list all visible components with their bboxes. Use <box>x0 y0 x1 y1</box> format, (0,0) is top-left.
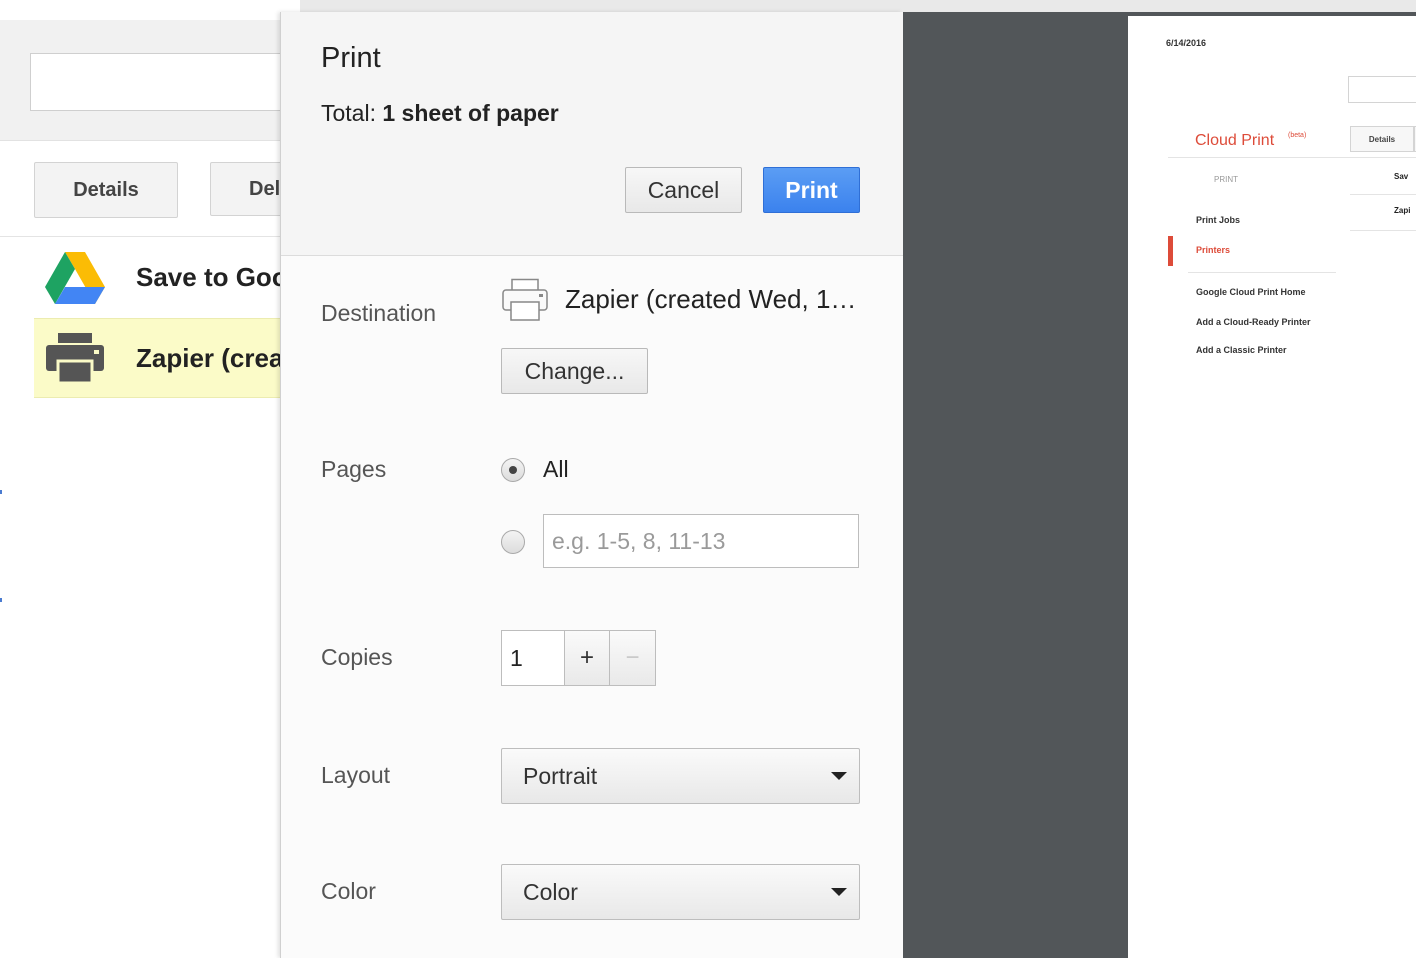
chevron-down-icon <box>831 888 847 896</box>
copies-input[interactable] <box>501 630 565 686</box>
radio-dot <box>509 466 517 474</box>
color-select[interactable]: Color <box>501 864 860 920</box>
color-value: Color <box>523 878 578 905</box>
preview-list-item: Zapi <box>1394 206 1411 215</box>
cancel-button[interactable]: Cancel <box>625 167 742 213</box>
layout-select[interactable]: Portrait <box>501 748 860 804</box>
preview-nav-printers: Printers <box>1196 245 1231 255</box>
printer-name: Save to Goo <box>136 261 288 292</box>
pages-range-input[interactable] <box>543 514 859 568</box>
printer-list-item-selected[interactable]: Zapier (crea <box>34 318 300 398</box>
copies-decrement-button[interactable]: − <box>610 630 656 686</box>
pages-all-radio[interactable] <box>501 458 525 482</box>
preview-details-button: Details <box>1350 126 1414 152</box>
total-label: Total: <box>321 100 376 126</box>
printer-list-item[interactable]: Save to Goo <box>34 238 300 316</box>
copies-label: Copies <box>321 644 393 670</box>
search-input[interactable] <box>30 53 312 111</box>
preview-divider <box>1188 272 1336 273</box>
preview-link-cloud-ready: Add a Cloud-Ready Printer <box>1196 317 1311 327</box>
printer-icon <box>502 278 548 321</box>
background-page: Details Del Save to Goo Zapier (crea <box>0 0 312 958</box>
divider <box>0 236 300 237</box>
pages-label: Pages <box>321 456 387 482</box>
layout-label: Layout <box>321 762 391 788</box>
change-destination-button[interactable]: Change... <box>501 348 648 394</box>
preview-date: 6/14/2016 <box>1166 38 1207 48</box>
destination-name: Zapier (created Wed, 1… <box>565 284 857 314</box>
details-button[interactable]: Details <box>34 162 178 218</box>
preview-list-item: Sav <box>1394 172 1409 181</box>
preview-title: Cloud Print <box>1195 132 1275 149</box>
edge-marker <box>0 490 2 494</box>
preview-divider <box>1350 194 1416 195</box>
preview-section-heading: PRINT <box>1214 175 1238 184</box>
preview-link-classic: Add a Classic Printer <box>1196 345 1287 355</box>
google-drive-icon <box>45 252 105 304</box>
preview-page: 6/14/2016 Cloud Print (beta) Details PRI… <box>1128 16 1416 958</box>
dialog-header: Print Total: 1 sheet of paper Cancel Pri… <box>281 12 903 256</box>
printer-name: Zapier (crea <box>136 342 284 373</box>
chevron-down-icon <box>831 772 847 780</box>
pages-all-label: All <box>543 456 569 482</box>
preview-search-box <box>1348 76 1416 103</box>
dialog-title: Print <box>321 42 381 74</box>
preview-active-indicator <box>1168 236 1173 266</box>
preview-divider <box>1350 230 1416 231</box>
layout-value: Portrait <box>523 762 598 789</box>
preview-beta-tag: (beta) <box>1288 132 1307 139</box>
preview-nav-print-jobs: Print Jobs <box>1196 215 1241 225</box>
color-label: Color <box>321 878 376 904</box>
copies-increment-button[interactable]: + <box>564 630 610 686</box>
print-button[interactable]: Print <box>763 167 860 213</box>
printer-icon <box>46 333 104 385</box>
preview-link-home: Google Cloud Print Home <box>1196 287 1306 297</box>
print-dialog: Print Total: 1 sheet of paper Cancel Pri… <box>280 12 903 958</box>
preview-divider <box>1168 157 1416 158</box>
edge-marker <box>0 598 2 602</box>
total-value: 1 sheet of paper <box>382 100 559 126</box>
total-summary: Total: 1 sheet of paper <box>321 100 559 127</box>
destination-label: Destination <box>321 300 437 326</box>
pages-custom-radio[interactable] <box>501 530 525 554</box>
